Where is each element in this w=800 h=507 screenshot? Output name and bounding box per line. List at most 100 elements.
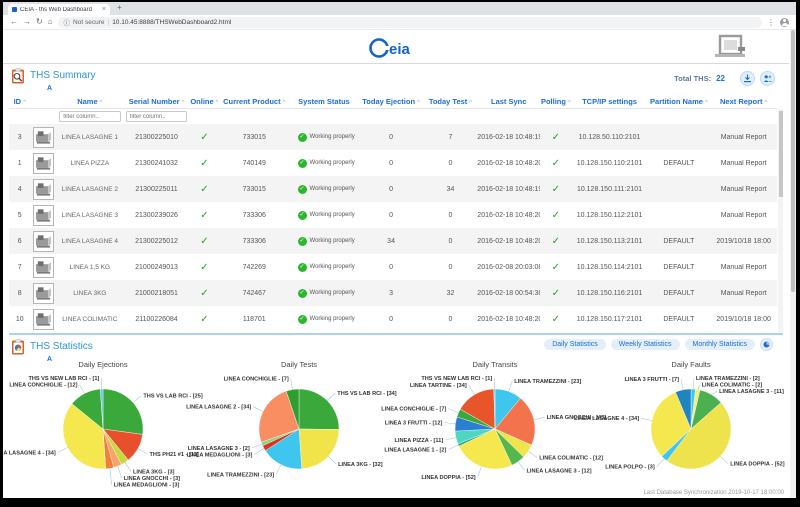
profile-avatar[interactable] (780, 18, 789, 27)
sort-caret-icon: ^ (417, 100, 420, 106)
pie-label: THS VS LAB RCI - [25] (143, 393, 202, 399)
tab-title: CEIA - ths Web Dashboard (20, 7, 99, 13)
new-tab-button[interactable]: + (117, 3, 122, 12)
cell-next-report: 2019/10/18 18:00 (710, 238, 777, 245)
back-icon[interactable]: ← (10, 18, 18, 26)
column-header-tcp-ip-settings[interactable]: TCP/IP settings (572, 97, 648, 106)
statistics-clipboard-icon (11, 338, 26, 356)
column-header-today-test[interactable]: Today Test^ (424, 97, 478, 106)
cell-today-test: 7 (424, 134, 478, 141)
table-row[interactable]: 6 LINEA LASAGNE 4 21300225012 ✓ 733306 ✓… (9, 228, 777, 254)
column-header-system-status[interactable]: System Status (290, 97, 359, 106)
table-row[interactable]: 8 LINEA 3KG 21000218051 ✓ 742467 ✓ Worki… (9, 280, 777, 306)
cell-system-status: ✓ Working properly (290, 211, 359, 220)
label-leader-line (518, 462, 524, 471)
status-text: Working properly (310, 160, 355, 166)
cell-system-status: ✓ Working properly (290, 263, 359, 272)
reload-icon[interactable]: ↻ (36, 18, 43, 26)
polling-check-icon: ✓ (552, 288, 560, 299)
cell-tcpip-settings: 10.128.150.116:2101 (572, 290, 648, 297)
cell-tcpip-settings: 10.128.150.117:2101 (572, 316, 648, 323)
cell-id: 8 (9, 290, 30, 297)
status-text: Working properly (310, 264, 355, 270)
cell-id: 5 (9, 212, 30, 219)
machine-thumbnail (33, 257, 54, 278)
table-row[interactable]: 1 LINEA PIZZA 21300241032 ✓ 740149 ✓ Wor… (9, 150, 777, 176)
machine-image-icon (35, 233, 52, 249)
table-row[interactable]: 10 LINEA COLIMATIC 21100226084 ✓ 118701 … (9, 306, 777, 332)
name-filter-input[interactable] (59, 111, 120, 122)
status-ok-icon: ✓ (298, 237, 307, 246)
polling-check-icon: ✓ (552, 184, 560, 195)
table-scrollbar-thumb[interactable] (779, 111, 783, 197)
table-row[interactable]: 7 LINEA 1,5 KG 21000249013 ✓ 742269 ✓ Wo… (9, 254, 777, 280)
sort-caret-icon: ^ (469, 100, 472, 106)
column-header-id[interactable]: ID^ (9, 97, 30, 106)
column-header-online[interactable]: Online^ (190, 97, 219, 106)
table-row[interactable]: 3 LINEA LASAGNE 1 21300225010 ✓ 733015 ✓… (9, 124, 777, 150)
cell-partition-name: DEFAULT (647, 290, 710, 297)
machine-thumbnail (33, 153, 54, 174)
home-icon[interactable]: ⌂ (48, 18, 53, 26)
summary-title: THS Summary (30, 70, 96, 81)
table-row[interactable]: 5 LINEA LASAGNE 3 21300239026 ✓ 733306 ✓… (9, 202, 777, 228)
pie-label: LINEA 3 FRUTTI - [12] (385, 420, 443, 426)
total-ths-label: Total THS: (674, 74, 711, 83)
cell-current-product: 733306 (219, 212, 290, 219)
pie-label: LINEA CONCHIGLIE - [12] (9, 382, 77, 388)
cell-today-test: 0 (424, 238, 478, 245)
table-filter-row (9, 109, 777, 124)
column-header-next-report[interactable]: Next Report^ (710, 97, 777, 106)
users-button[interactable] (760, 71, 775, 86)
tab-strip: CEIA - ths Web Dashboard × + (3, 2, 796, 15)
cell-name: LINEA LASAGNE 3 (57, 212, 124, 219)
daily-statistics-button[interactable]: Daily Statistics (544, 339, 606, 350)
table-row[interactable]: 4 LINEA LASAGNE 2 21300225011 ✓ 733015 ✓… (9, 176, 777, 202)
cell-current-product: 733306 (219, 238, 290, 245)
info-icon[interactable]: ⓘ (64, 17, 71, 27)
page-scrollbar[interactable] (790, 30, 796, 498)
cell-tcpip-settings: 10.128.150.111:2101 (572, 186, 648, 193)
column-header-today-ejection[interactable]: Today Ejection^ (359, 97, 424, 106)
status-text: Working properly (310, 238, 355, 244)
url-text: 10.10.45:8888/THSWebDashboard2.html (112, 19, 231, 26)
column-header-partition-name[interactable]: Partition Name^ (647, 97, 710, 106)
label-leader-line (641, 418, 652, 420)
column-header-serial-number[interactable]: Serial Number^ (123, 97, 190, 106)
column-header-polling[interactable]: Polling^ (540, 97, 571, 106)
label-leader-line (712, 391, 718, 395)
weekly-statistics-button[interactable]: Weekly Statistics (611, 339, 680, 350)
cell-id: 7 (9, 264, 30, 271)
label-leader-line (448, 445, 458, 449)
monthly-statistics-button[interactable]: Monthly Statistics (685, 339, 755, 350)
column-header-last-sync[interactable]: Last Sync (477, 97, 540, 106)
cell-system-status: ✓ Working properly (290, 159, 359, 168)
users-icon (763, 74, 773, 83)
cell-tcpip-settings: 10.128.150.113:2101 (572, 238, 648, 245)
menu-icon[interactable]: ⋮ (767, 18, 775, 27)
pie-label: LINEA CONCHIGLIE - [7] (381, 406, 446, 412)
browser-tab[interactable]: CEIA - ths Web Dashboard × (8, 4, 110, 15)
pie-label: LINEA 3KG - [32] (338, 462, 383, 468)
column-header-current-product[interactable]: Current Product^ (219, 97, 290, 106)
pie-label: THS VS LAB RCI - [34] (337, 391, 396, 397)
cell-thumbnail (30, 231, 56, 252)
total-ths-value: 22 (716, 74, 725, 83)
label-leader-line (80, 385, 85, 394)
statistics-refresh-button[interactable] (760, 338, 773, 351)
cell-thumbnail (30, 179, 56, 200)
forward-icon[interactable]: → (23, 18, 31, 26)
summary-anchor-link[interactable]: A (47, 85, 781, 92)
address-bar[interactable]: ⓘ Not secure | 10.10.45:8888/THSWebDashb… (58, 17, 762, 28)
tab-close-icon[interactable]: × (102, 6, 106, 13)
serial-filter-input[interactable] (126, 111, 187, 122)
page-scrollbar-thumb[interactable] (791, 30, 795, 292)
pie-label: LINEA TRAMEZZINI - [23] (514, 379, 581, 385)
table-scrollbar[interactable] (778, 109, 783, 332)
label-leader-line (138, 449, 148, 454)
export-button[interactable] (740, 71, 755, 86)
machine-image-icon (35, 129, 52, 145)
machine-image-icon (35, 181, 52, 197)
column-header-name[interactable]: Name^ (57, 97, 124, 106)
pie-chart-daily-ejections: Daily Ejections THS VS LAB RCI - [25]THS… (5, 359, 201, 489)
